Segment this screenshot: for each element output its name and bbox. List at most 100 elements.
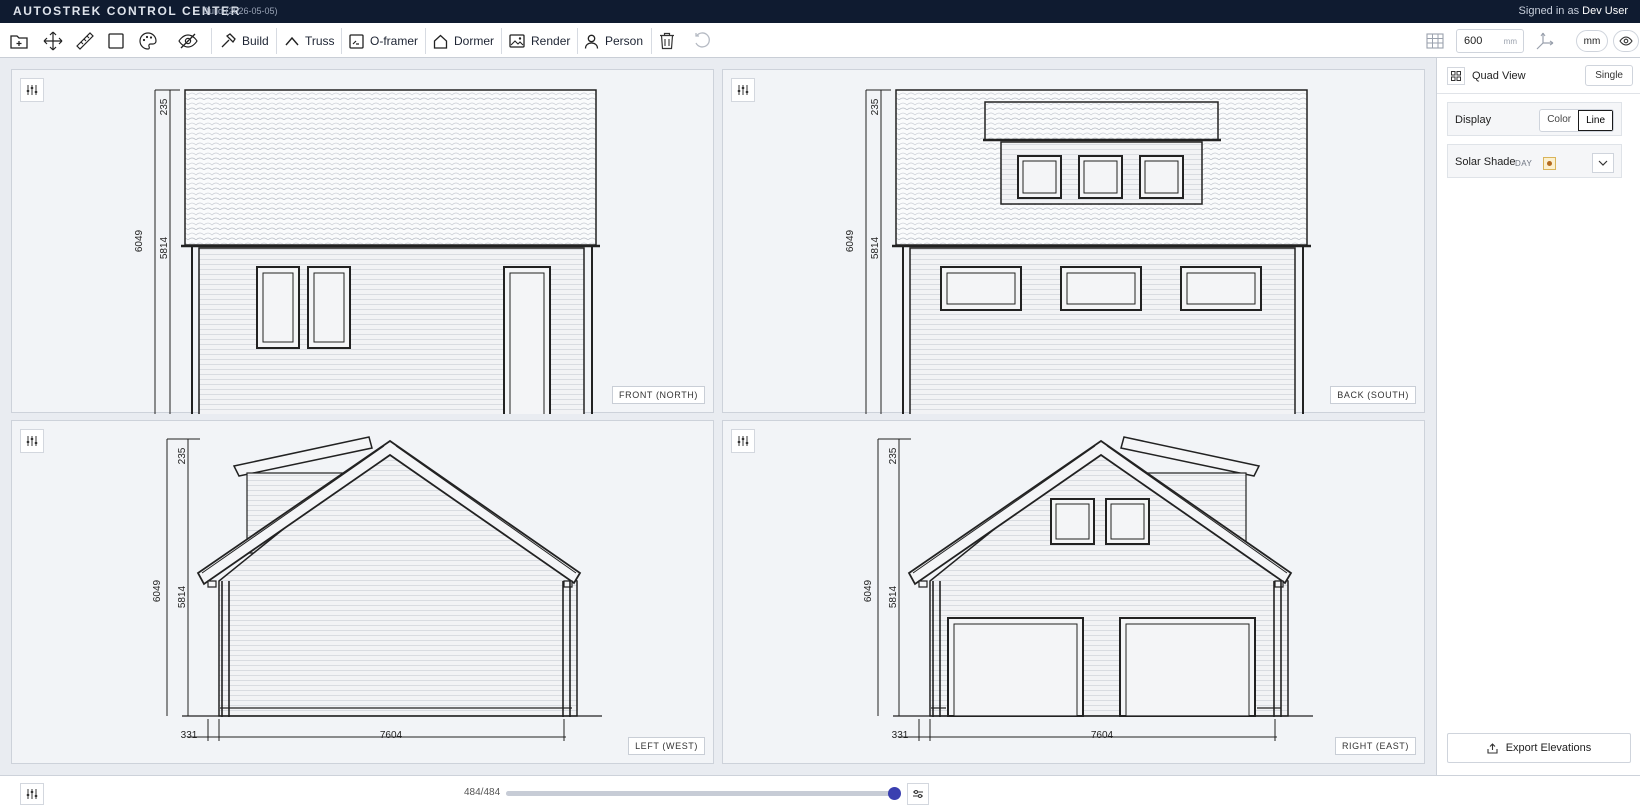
timeline-bar: 484/484 — [0, 775, 1640, 808]
hide-eye-icon[interactable] — [178, 31, 198, 51]
viewport-settings-button[interactable] — [20, 429, 44, 453]
back-dim-top: 235 — [870, 98, 881, 115]
oframer-button[interactable]: O-framer — [349, 29, 418, 53]
signed-in-status: Signed in as Dev User — [1519, 5, 1628, 17]
build-button[interactable]: Build — [220, 29, 269, 53]
step-counter: 484/484 — [464, 787, 501, 798]
viewport-left[interactable]: 6049 5814 235 331 7604 LEFT (WEST) — [11, 420, 714, 764]
toolbar-separator — [341, 28, 342, 54]
display-card: Display Color Line — [1447, 102, 1622, 136]
display-label: Display — [1455, 114, 1492, 126]
person-icon — [584, 34, 599, 49]
left-dim-width: 7604 — [380, 730, 403, 741]
right-dim-width: 7604 — [1091, 730, 1114, 741]
timeline-slider[interactable] — [506, 787, 901, 800]
rectangle-icon[interactable] — [106, 31, 126, 51]
frame-icon — [349, 33, 364, 49]
sliders-icon — [737, 85, 749, 95]
display-option-color[interactable]: Color — [1540, 110, 1578, 131]
solar-shade-label: Solar Shade — [1455, 156, 1516, 168]
front-dim-total-height: 6049 — [134, 229, 145, 252]
right-dim-offset: 331 — [892, 730, 909, 741]
sun-icon[interactable] — [1543, 157, 1556, 170]
timeline-tune-button[interactable] — [907, 783, 929, 805]
user-name[interactable]: Dev User — [1582, 5, 1628, 17]
side-panel: Quad View Single Display Color Line Sola… — [1436, 58, 1640, 775]
render-button[interactable]: Render — [509, 29, 570, 53]
trash-icon[interactable] — [657, 31, 677, 51]
viewport-label: LEFT (WEST) — [628, 737, 705, 755]
eye-icon — [1619, 36, 1633, 46]
back-dim-total-height: 6049 — [845, 229, 856, 252]
display-option-line[interactable]: Line — [1578, 110, 1613, 131]
sliders-icon — [26, 789, 38, 799]
left-dim-offset: 331 — [181, 730, 198, 741]
export-label: Export Elevations — [1505, 742, 1592, 754]
sliders-icon — [26, 85, 38, 95]
back-dim-wall-height: 5814 — [870, 236, 881, 259]
person-label: Person — [605, 34, 644, 48]
undo-icon[interactable] — [693, 31, 713, 51]
viewport-back[interactable]: 6049 5814 235 198 8590 BACK (SOUTH) — [722, 69, 1425, 414]
grid-icon[interactable] — [1425, 31, 1445, 51]
single-view-button[interactable]: Single — [1585, 65, 1633, 86]
right-dim-wall-height: 5814 — [888, 585, 899, 608]
visibility-button[interactable] — [1613, 30, 1639, 52]
dormer-button[interactable]: Dormer — [433, 29, 494, 53]
unit-toggle-button[interactable]: mm — [1576, 30, 1608, 52]
grid-size-input[interactable]: 600 mm — [1456, 29, 1524, 53]
front-elevation-drawing: 6049 5814 235 212 8590 — [134, 89, 600, 414]
viewport-settings-button[interactable] — [20, 78, 44, 102]
toolbar-separator — [651, 28, 652, 54]
right-dim-top: 235 — [888, 447, 899, 464]
right-elevation-drawing: 6049 5814 235 331 7604 — [863, 436, 1313, 741]
quad-view-header: Quad View Single — [1437, 58, 1640, 94]
person-button[interactable]: Person — [584, 29, 643, 53]
timeline-settings-button[interactable] — [20, 783, 44, 805]
move-icon[interactable] — [43, 31, 63, 51]
timeline-fill — [506, 791, 894, 796]
viewport-settings-button[interactable] — [731, 78, 755, 102]
view-title: Quad View — [1472, 70, 1526, 82]
viewport-label: BACK (SOUTH) — [1330, 386, 1416, 404]
viewport-right[interactable]: 6049 5814 235 331 7604 RIGHT (EAST) — [722, 420, 1425, 764]
viewport-label: FRONT (NORTH) — [612, 386, 705, 404]
new-folder-icon[interactable] — [9, 31, 29, 51]
viewport-label: RIGHT (EAST) — [1334, 737, 1416, 755]
viewport-settings-button[interactable] — [731, 429, 755, 453]
left-dim-top: 235 — [177, 447, 188, 464]
ruler-icon[interactable] — [75, 31, 95, 51]
palette-icon[interactable] — [138, 31, 158, 51]
toolbar-separator — [211, 28, 212, 54]
timeline-thumb[interactable] — [888, 787, 901, 800]
toolbar-separator — [577, 28, 578, 54]
oframer-label: O-framer — [370, 34, 418, 48]
export-elevations-button[interactable]: Export Elevations — [1447, 733, 1631, 763]
left-dim-total-height: 6049 — [152, 579, 163, 602]
back-elevation-drawing: 6049 5814 235 198 8590 — [845, 89, 1311, 414]
chevron-down-icon — [1598, 160, 1608, 166]
export-icon — [1487, 742, 1498, 754]
build-label: Build — [242, 34, 269, 48]
front-dim-top: 235 — [159, 98, 170, 115]
house-icon — [433, 34, 448, 49]
solar-expand-button[interactable] — [1592, 153, 1614, 173]
quad-grid-icon[interactable] — [1447, 67, 1465, 85]
truss-button[interactable]: Truss — [285, 29, 335, 53]
axis-icon[interactable] — [1535, 31, 1555, 51]
solar-mode: DAY — [1515, 159, 1533, 168]
viewport-front[interactable]: 6049 5814 235 212 8590 FRONT (NORTH) — [11, 69, 714, 414]
dormer-label: Dormer — [454, 34, 495, 48]
display-mode-toggle: Color Line — [1539, 109, 1614, 132]
grid-size-value: 600 — [1464, 35, 1483, 47]
render-label: Render — [531, 34, 571, 48]
right-dim-total-height: 6049 — [863, 579, 874, 602]
main-toolbar: Build Truss O-framer Dormer Render Perso… — [0, 23, 1640, 58]
hammer-icon — [221, 33, 236, 48]
sliders-icon — [737, 436, 749, 446]
left-elevation-drawing: 6049 5814 235 331 7604 — [152, 436, 602, 741]
solar-shade-card: Solar Shade DAY — [1447, 144, 1622, 178]
image-icon — [509, 34, 525, 48]
left-dim-wall-height: 5814 — [177, 585, 188, 608]
truss-label: Truss — [305, 34, 335, 48]
